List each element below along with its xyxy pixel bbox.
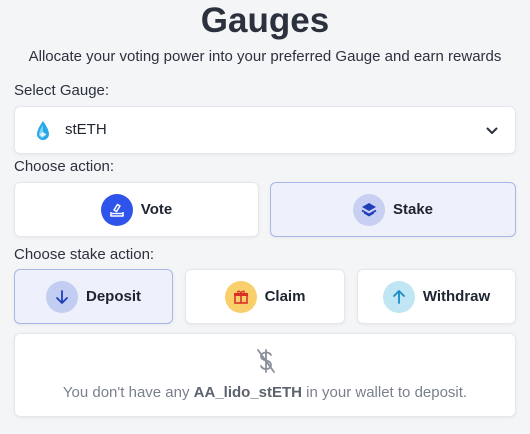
chevron-down-icon — [485, 124, 499, 138]
layers-icon — [352, 193, 385, 226]
gauges-page: Gauges Allocate your voting power into y… — [0, 0, 530, 434]
no-dollar-icon — [256, 348, 276, 374]
vote-button[interactable]: Vote — [14, 182, 259, 237]
empty-state-text-before: You don't have any — [62, 384, 194, 401]
claim-button[interactable]: Claim — [185, 269, 345, 324]
stake-button[interactable]: Stake — [270, 182, 516, 237]
choose-action-label: Choose action: — [14, 158, 115, 175]
select-gauge-label: Select Gauge: — [14, 82, 110, 99]
empty-state-panel: You don't have any AA_lido_stETH in your… — [14, 333, 516, 417]
empty-state-message: You don't have any AA_lido_stETH in your… — [15, 384, 515, 401]
ballot-box-icon — [100, 193, 133, 226]
gauge-select-dropdown[interactable]: stETH — [14, 106, 516, 154]
arrow-up-icon — [382, 280, 415, 313]
claim-button-label: Claim — [264, 288, 306, 305]
stake-button-label: Stake — [392, 201, 434, 218]
vote-button-label: Vote — [140, 201, 173, 218]
gift-icon — [224, 280, 257, 313]
deposit-button[interactable]: Deposit — [14, 269, 173, 324]
withdraw-button-label: Withdraw — [422, 288, 491, 305]
empty-state-text-after: in your wallet to deposit. — [302, 384, 468, 401]
choose-stake-action-label: Choose stake action: — [14, 246, 155, 263]
page-title: Gauges — [200, 1, 330, 40]
token-name: AA_lido_stETH — [193, 384, 303, 401]
steth-droplet-icon — [35, 120, 51, 142]
arrow-down-icon — [45, 280, 78, 313]
page-subtitle: Allocate your voting power into your pre… — [28, 48, 502, 65]
gauge-select-value: stETH — [65, 121, 107, 138]
deposit-button-label: Deposit — [85, 288, 141, 305]
withdraw-button[interactable]: Withdraw — [357, 269, 516, 324]
